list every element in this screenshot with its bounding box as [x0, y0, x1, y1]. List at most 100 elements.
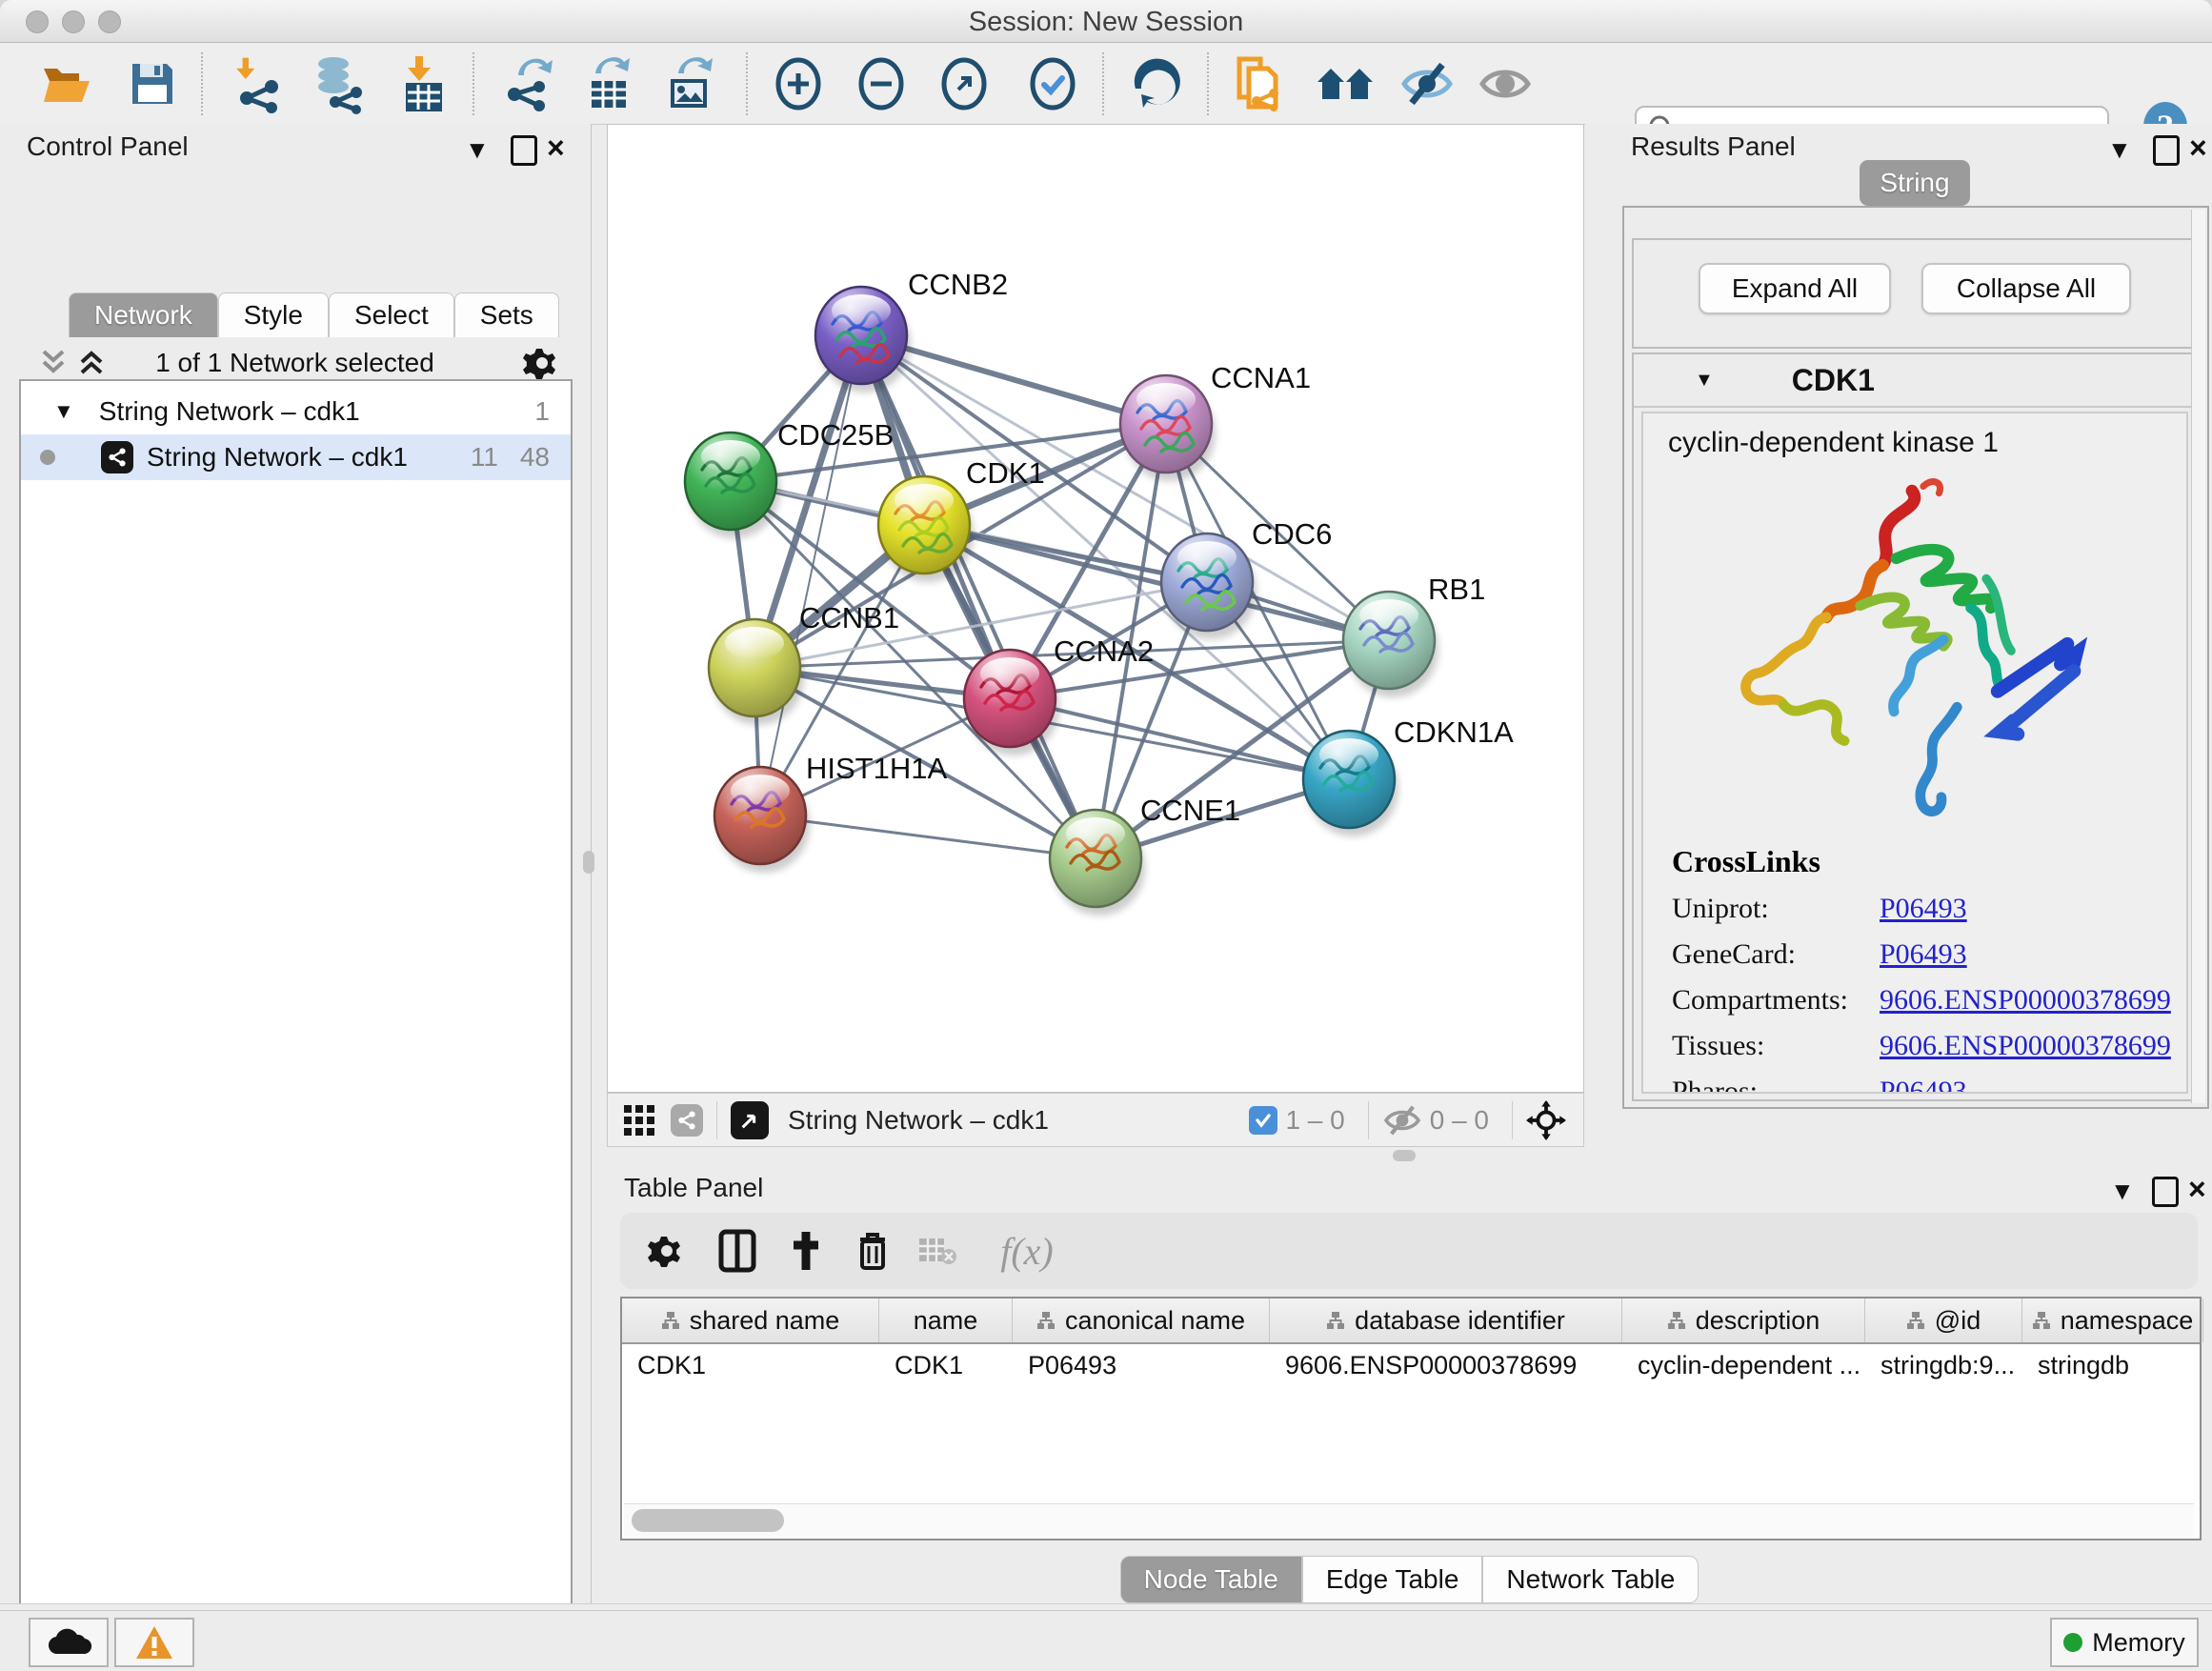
home-icon[interactable] — [1316, 56, 1375, 111]
scrollbar-thumb[interactable] — [632, 1509, 784, 1532]
edge-HIST1H1A-CCNE1[interactable] — [760, 815, 1096, 858]
zoom-out-icon[interactable] — [852, 56, 911, 111]
crosslink-link[interactable]: P06493 — [1880, 1076, 1967, 1094]
table-row[interactable]: CDK1CDK1P064939606.ENSP00000378699cyclin… — [622, 1344, 2200, 1388]
node-HIST1H1A[interactable]: HIST1H1A — [714, 752, 947, 873]
expand-all-button[interactable]: Expand All — [1699, 263, 1891, 314]
column-header-name[interactable]: name — [879, 1299, 1013, 1342]
tab-network-table[interactable]: Network Table — [1482, 1556, 1699, 1603]
collapse-all-button[interactable]: Collapse All — [1921, 263, 2131, 314]
crosslink-link[interactable]: P06493 — [1880, 938, 1967, 971]
function-builder-icon[interactable]: f(x) — [986, 1226, 1068, 1276]
crosslink-link[interactable]: P06493 — [1880, 893, 1967, 925]
cell-id[interactable]: stringdb:9... — [1865, 1344, 2022, 1388]
vertical-splitter-handle[interactable] — [583, 851, 594, 874]
export-network-icon[interactable] — [499, 56, 558, 111]
node-CCNB2[interactable]: CCNB2 — [815, 268, 1008, 393]
memory-status-dot-icon — [2063, 1633, 2082, 1652]
delete-table-icon[interactable] — [912, 1226, 963, 1276]
column-header-namespace[interactable]: namespace — [2022, 1299, 2203, 1342]
gear-icon[interactable] — [524, 346, 560, 382]
delete-column-trash-icon[interactable] — [847, 1226, 898, 1276]
column-header-databaseidentifier[interactable]: database identifier — [1270, 1299, 1622, 1342]
toolbar-separator — [1102, 52, 1104, 115]
zoom-fit-icon[interactable] — [935, 56, 994, 111]
cell-namespace[interactable]: stringdb — [2022, 1344, 2203, 1388]
zoom-in-icon[interactable] — [769, 56, 828, 111]
node-CDC25B[interactable]: CDC25B — [685, 418, 894, 538]
tab-select[interactable]: Select — [329, 292, 454, 337]
column-header-canonicalname[interactable]: canonical name — [1013, 1299, 1270, 1342]
clone-network-icon[interactable] — [1233, 56, 1292, 111]
node-table: shared namenamecanonical namedatabase id… — [620, 1297, 2202, 1540]
close-panel-icon[interactable]: × — [2188, 1172, 2206, 1207]
toolbar-separator — [473, 52, 474, 115]
crosslink-link[interactable]: 9606.ENSP00000378699 — [1880, 984, 2171, 1017]
network-view-canvas[interactable]: CCNB2CCNA1CDC25BCDK1CDC6RB1CCNB1CCNA2CDK… — [607, 124, 1584, 1093]
show-all-eye-icon[interactable] — [1476, 56, 1535, 111]
node-CCNA1[interactable]: CCNA1 — [1120, 361, 1311, 481]
network-overview-icon[interactable] — [671, 1104, 703, 1137]
hidden-eye-icon — [1382, 1104, 1422, 1137]
float-panel-icon[interactable] — [511, 135, 537, 171]
results-scrollbar[interactable] — [2191, 210, 2205, 1103]
panel-menu-icon[interactable]: ▼ — [465, 135, 490, 165]
tab-node-table[interactable]: Node Table — [1120, 1556, 1302, 1603]
import-network-database-icon[interactable] — [309, 56, 368, 111]
tab-sets[interactable]: Sets — [454, 292, 559, 337]
table-horizontal-scrollbar[interactable] — [624, 1503, 2194, 1537]
hide-selected-eye-icon[interactable] — [1398, 56, 1457, 111]
cdk1-section-header[interactable]: ▼ CDK1 — [1634, 354, 2196, 408]
network-collection-row[interactable]: ▼ String Network – cdk1 1 — [21, 389, 571, 434]
zoom-selected-icon[interactable] — [1023, 56, 1082, 111]
close-panel-icon[interactable]: × — [2189, 131, 2207, 166]
column-header-id[interactable]: @id — [1865, 1299, 2022, 1342]
export-table-icon[interactable] — [580, 56, 639, 111]
tab-network[interactable]: Network — [69, 292, 218, 337]
apply-layout-icon[interactable] — [1128, 56, 1187, 111]
selected-nodes-checkbox-icon[interactable] — [1249, 1106, 1277, 1135]
network-row[interactable]: String Network – cdk1 11 48 — [21, 434, 571, 480]
cell-description[interactable]: cyclin-dependent ... — [1622, 1344, 1865, 1388]
panel-menu-icon[interactable]: ▼ — [2107, 135, 2132, 165]
memory-button[interactable]: Memory — [2050, 1618, 2199, 1667]
column-header-sharedname[interactable]: shared name — [622, 1299, 879, 1342]
birdseye-view-icon[interactable] — [731, 1101, 769, 1139]
float-panel-icon[interactable] — [2152, 1177, 2179, 1212]
close-panel-icon[interactable]: × — [547, 131, 565, 166]
save-session-icon[interactable] — [123, 56, 182, 111]
node-RB1[interactable]: RB1 — [1343, 573, 1485, 697]
cell-name[interactable]: CDK1 — [879, 1344, 1013, 1388]
warnings-button[interactable] — [114, 1618, 194, 1667]
crosslink-row: Tissues:9606.ENSP00000378699 — [1672, 1030, 2171, 1062]
cell-sharedname[interactable]: CDK1 — [622, 1344, 879, 1388]
collection-expand-arrow-icon[interactable]: ▼ — [53, 399, 74, 424]
crosslink-link[interactable]: 9606.ENSP00000378699 — [1880, 1030, 2171, 1062]
network-edge-count: 48 — [520, 442, 550, 473]
import-table-icon[interactable] — [394, 56, 453, 111]
horizontal-splitter-handle[interactable] — [1393, 1150, 1416, 1161]
pan-crosshair-icon[interactable] — [1526, 1100, 1566, 1140]
string-network-graph[interactable]: CCNB2CCNA1CDC25BCDK1CDC6RB1CCNB1CCNA2CDK… — [608, 125, 1583, 1092]
cell-databaseidentifier[interactable]: 9606.ENSP00000378699 — [1270, 1344, 1622, 1388]
open-session-icon[interactable] — [37, 56, 96, 111]
float-panel-icon[interactable] — [2153, 135, 2180, 171]
panel-menu-icon[interactable]: ▼ — [2110, 1177, 2135, 1206]
node-CCNE1[interactable]: CCNE1 — [1050, 794, 1240, 916]
add-column-icon[interactable] — [780, 1226, 832, 1276]
cell-canonicalname[interactable]: P06493 — [1013, 1344, 1270, 1388]
cloud-status-button[interactable] — [29, 1618, 109, 1667]
show-columns-icon[interactable] — [712, 1226, 763, 1276]
table-settings-gear-icon[interactable] — [641, 1226, 693, 1276]
section-collapse-arrow-icon[interactable]: ▼ — [1695, 370, 1714, 392]
column-header-description[interactable]: description — [1622, 1299, 1865, 1342]
node-CDKN1A[interactable]: CDKN1A — [1303, 715, 1514, 836]
import-network-file-icon[interactable] — [228, 56, 287, 111]
tab-edge-table[interactable]: Edge Table — [1302, 1556, 1483, 1603]
grid-view-icon[interactable] — [623, 1104, 655, 1137]
node-CDK1[interactable]: CDK1 — [878, 456, 1045, 582]
tab-style[interactable]: Style — [218, 292, 329, 337]
edge-CCNB2-HIST1H1A[interactable] — [760, 335, 861, 815]
tab-string[interactable]: String — [1860, 160, 1970, 206]
export-image-icon[interactable] — [661, 56, 720, 111]
